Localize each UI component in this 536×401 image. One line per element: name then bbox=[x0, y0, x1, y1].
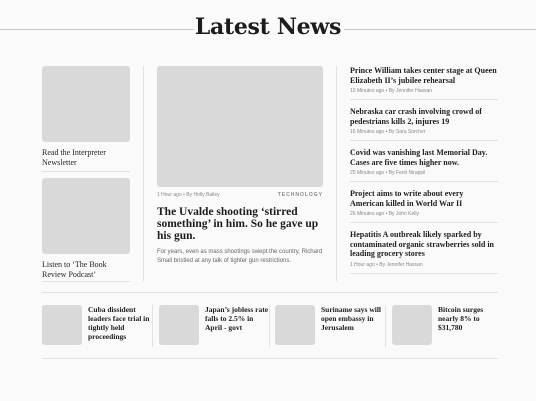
section-title: Latest News bbox=[194, 14, 342, 40]
story-thumbnail[interactable] bbox=[392, 305, 432, 345]
feature-summary: For years, even as mass shootings swept … bbox=[157, 249, 323, 264]
feature-category-tag[interactable]: TECHNOLOGY bbox=[278, 192, 323, 198]
feature-headline[interactable]: The Uvalde shooting ‘stirred something’ … bbox=[157, 206, 323, 242]
feature-meta: 1 Hour ago • By Holly Bailey TECHNOLOGY bbox=[157, 192, 323, 198]
column-divider-right bbox=[336, 66, 337, 281]
list-item[interactable]: Prince William takes center stage at Que… bbox=[350, 66, 498, 100]
headline-link[interactable]: Covid was vanishing last Memorial Day. C… bbox=[350, 148, 498, 167]
bottom-divider bbox=[385, 305, 386, 347]
list-item[interactable]: Hepatitis A outbreak likely sparked by c… bbox=[350, 230, 498, 274]
list-item[interactable]: Nebraska car crash involving crowd of pe… bbox=[350, 107, 498, 141]
headline-link[interactable]: Prince William takes center stage at Que… bbox=[350, 66, 498, 85]
headline-meta: 1 Hour ago • By Jennifer Hassan bbox=[350, 261, 423, 268]
header-rule-right bbox=[344, 29, 536, 30]
podcast-link[interactable]: Listen to ‘The Book Review Podcast’ bbox=[42, 260, 130, 279]
list-item[interactable]: Covid was vanishing last Memorial Day. C… bbox=[350, 148, 498, 182]
bottom-story-card[interactable]: Japan’s jobless rate falls to 2.5% in Ap… bbox=[159, 305, 269, 345]
newsletter-thumbnail[interactable] bbox=[42, 66, 130, 142]
section-divider bbox=[42, 292, 498, 293]
feature-story[interactable]: 1 Hour ago • By Holly Bailey TECHNOLOGY … bbox=[157, 66, 323, 266]
left-divider-bottom bbox=[42, 281, 130, 282]
bottom-story-card[interactable]: Bitcoin surges nearly 8% to $31,780 bbox=[392, 305, 502, 345]
podcast-card[interactable]: Listen to ‘The Book Review Podcast’ bbox=[42, 178, 130, 279]
story-thumbnail[interactable] bbox=[275, 305, 315, 345]
headline-meta: 10 Minutes ago • By Jennifer Hassan bbox=[350, 88, 433, 94]
newsletter-link[interactable]: Read the Interpreter Newsletter bbox=[42, 148, 130, 167]
bottom-story-card[interactable]: Suriname says will open embassy in Jerus… bbox=[275, 305, 385, 345]
bottom-story-card[interactable]: Cuba dissident leaders face trial in tig… bbox=[42, 305, 152, 345]
feature-thumbnail[interactable] bbox=[157, 66, 323, 187]
headline-link[interactable]: Project aims to write about every Americ… bbox=[350, 189, 498, 208]
story-thumbnail[interactable] bbox=[159, 305, 199, 345]
left-divider bbox=[42, 171, 130, 172]
podcast-thumbnail[interactable] bbox=[42, 178, 130, 254]
bottom-stories-row: Cuba dissident leaders face trial in tig… bbox=[42, 305, 498, 347]
headline-meta: 16 Minutes ago • By Sara Sorcher bbox=[350, 129, 426, 135]
story-headline[interactable]: Japan’s jobless rate falls to 2.5% in Ap… bbox=[205, 305, 269, 345]
list-item[interactable]: Project aims to write about every Americ… bbox=[350, 189, 498, 223]
bottom-divider bbox=[269, 305, 270, 347]
headline-meta: 20 Minutes ago • By Fenit Nirappil bbox=[350, 170, 426, 176]
bottom-divider bbox=[152, 305, 153, 347]
feature-byline: 1 Hour ago • By Holly Bailey bbox=[157, 192, 220, 198]
headline-meta: 26 Minutes ago • By John Kelly bbox=[350, 211, 420, 217]
story-headline[interactable]: Cuba dissident leaders face trial in tig… bbox=[88, 305, 152, 345]
story-headline[interactable]: Suriname says will open embassy in Jerus… bbox=[321, 305, 385, 345]
newsletter-card[interactable]: Read the Interpreter Newsletter bbox=[42, 66, 130, 167]
section-header: Latest News bbox=[0, 14, 536, 44]
story-headline[interactable]: Bitcoin surges nearly 8% to $31,780 bbox=[438, 305, 502, 345]
story-thumbnail[interactable] bbox=[42, 305, 82, 345]
column-divider-left bbox=[143, 66, 144, 281]
latest-headlines-list: Prince William takes center stage at Que… bbox=[350, 66, 498, 281]
footer-divider bbox=[42, 358, 498, 359]
headline-link[interactable]: Hepatitis A outbreak likely sparked by c… bbox=[350, 230, 498, 259]
headline-link[interactable]: Nebraska car crash involving crowd of pe… bbox=[350, 107, 498, 126]
